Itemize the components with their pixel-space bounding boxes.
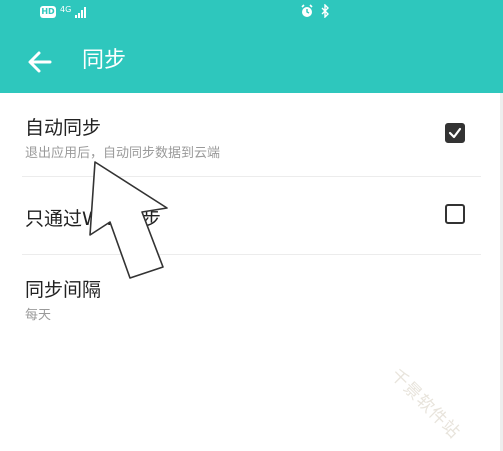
checkmark-icon (448, 127, 462, 139)
setting-subtitle: 退出应用后，自动同步数据到云端 (25, 146, 221, 161)
setting-subtitle: 每天 (25, 308, 52, 323)
setting-title: 同步间隔 (25, 279, 102, 301)
watermark-text: 千景软件站 (386, 365, 465, 444)
setting-title: 自动同步 (25, 117, 102, 139)
back-button[interactable] (26, 49, 54, 75)
setting-title: 只通过WIFI同步 (25, 208, 161, 230)
network-type-label: 4G (60, 4, 72, 14)
hd-badge: HD (40, 6, 56, 18)
alarm-icon (301, 4, 313, 17)
status-center (300, 2, 330, 20)
setting-wifi-only[interactable]: 只通过WIFI同步 (0, 177, 503, 254)
page-title: 同步 (82, 48, 127, 73)
bluetooth-icon (321, 4, 329, 18)
auto-sync-checkbox[interactable] (445, 123, 465, 143)
status-bar: HD 4G (0, 0, 503, 30)
setting-auto-sync[interactable]: 自动同步 退出应用后，自动同步数据到云端 (0, 93, 503, 176)
app-bar: 同步 (0, 30, 503, 93)
signal-icon (75, 6, 87, 18)
status-left: HD 4G (40, 2, 87, 22)
setting-sync-interval[interactable]: 同步间隔 每天 (0, 255, 503, 335)
wifi-only-checkbox[interactable] (445, 204, 465, 224)
arrow-left-icon (28, 51, 52, 73)
